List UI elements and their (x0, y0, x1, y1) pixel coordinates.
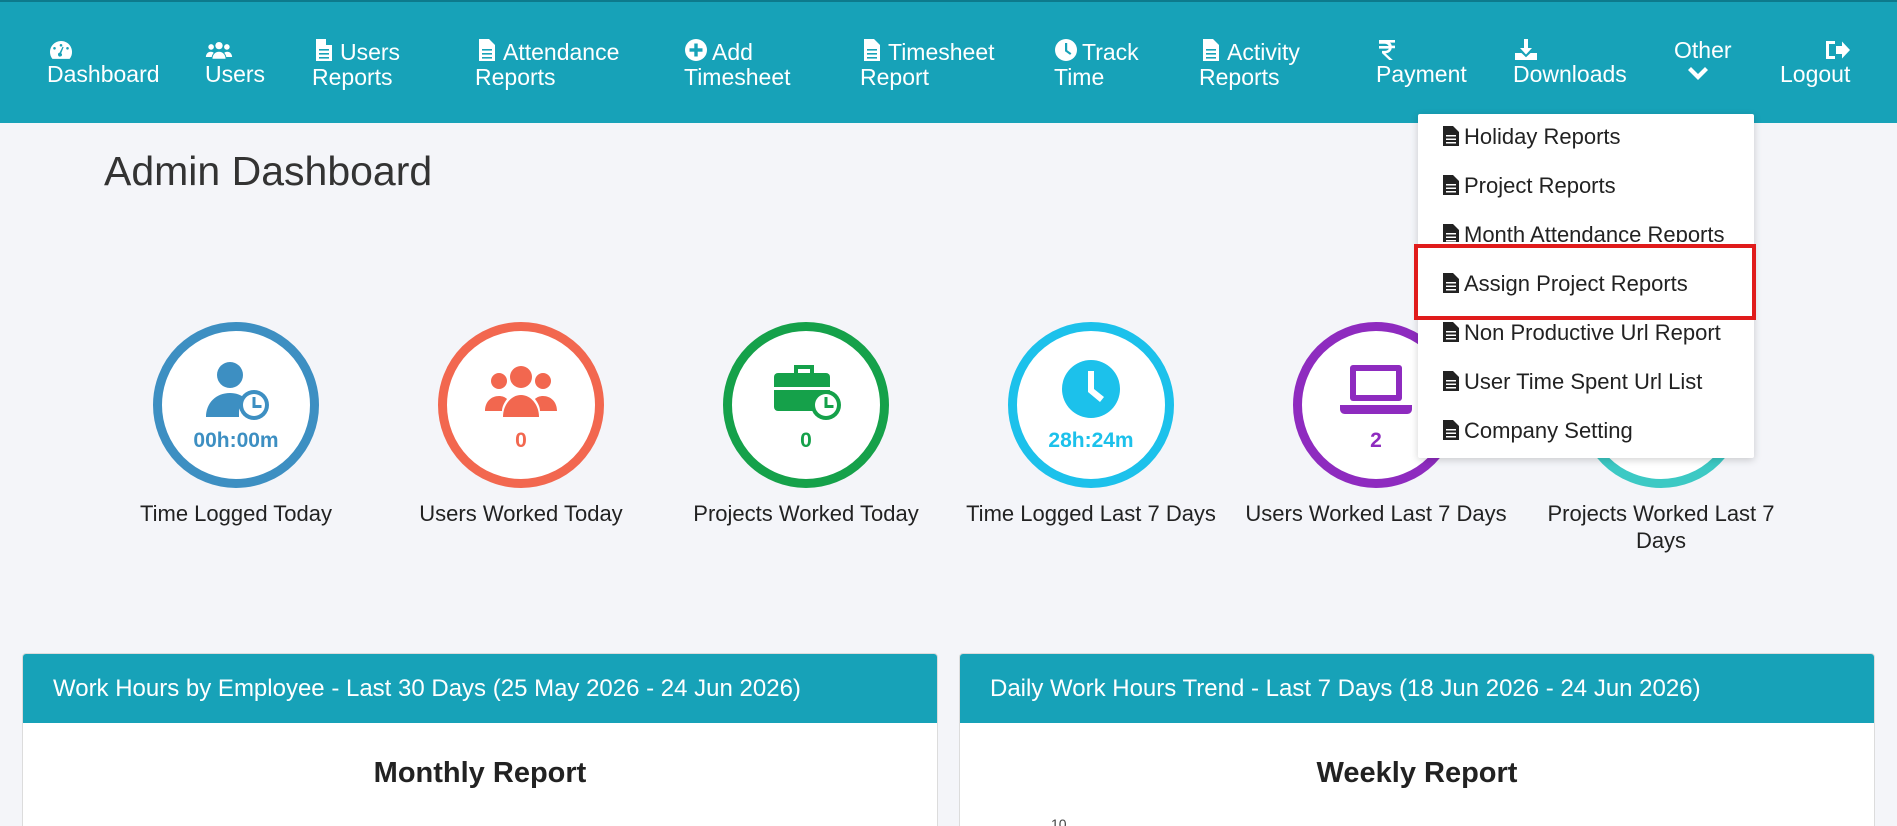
dropdown-item-label: Project Reports (1464, 173, 1616, 198)
stat-label: Time Logged Today (139, 501, 333, 526)
laptop-icon (1336, 359, 1416, 425)
stat-label: Users Worked Last 7 Days (1245, 501, 1507, 526)
nav-timesheet-report[interactable]: Timesheet Report (860, 38, 995, 90)
file-icon (1442, 419, 1460, 441)
nav-other[interactable]: Other (1674, 38, 1732, 87)
stat-circle: 00h:00m (153, 322, 319, 488)
dropdown-item-user-time-spent-url-list[interactable]: User Time Spent Url List (1442, 367, 1702, 397)
nav-activity-reports-line1: Activity (1227, 39, 1300, 65)
nav-timesheet-report-line2: Report (860, 64, 930, 90)
file-icon (1442, 174, 1460, 196)
nav-payment-label: Payment (1376, 61, 1467, 87)
stat-label: Users Worked Today (419, 501, 623, 526)
file-icon (1442, 370, 1460, 392)
nav-timesheet-report-line1: Timesheet (888, 39, 995, 65)
dropdown-item-label: User Time Spent Url List (1464, 369, 1703, 394)
nav-add-timesheet-line2: Timesheet (684, 64, 791, 90)
stat-value: 0 (800, 429, 812, 452)
panel-title: Weekly Report (1316, 757, 1518, 789)
nav-users-reports[interactable]: Users Reports (312, 38, 400, 90)
dropdown-item-label: Company Setting (1464, 418, 1633, 443)
nav-attendance-reports-line1: Attendance (503, 39, 620, 65)
highlight-box (1414, 244, 1756, 320)
stat-circle: 0 (438, 322, 604, 488)
nav-downloads-label: Downloads (1513, 61, 1627, 87)
nav-dashboard-label: Dashboard (47, 61, 160, 87)
panel-header: Daily Work Hours Trend - Last 7 Days (18… (960, 654, 1874, 723)
dropdown-item-month-attendance-reports[interactable]: Month Attendance Reports (1442, 220, 1725, 242)
page-title: Admin Dashboard (104, 148, 433, 194)
nav-dashboard[interactable]: Dashboard (47, 38, 160, 87)
plus-circle-icon (684, 38, 708, 62)
file-icon (1442, 321, 1460, 343)
nav-users-reports-line1: Users (340, 39, 401, 65)
y-axis-tick-label: 10 (1051, 816, 1067, 826)
stat-label: Projects Worked Last 7 Days (1547, 501, 1775, 553)
monthly-report-panel: Work Hours by Employee - Last 30 Days (2… (22, 653, 938, 826)
dropdown-item-company-setting[interactable]: Company Setting (1442, 416, 1633, 446)
nav-attendance-reports[interactable]: Attendance Reports (475, 38, 619, 90)
stat-projects-worked-today: 0 Projects Worked Today (666, 322, 946, 527)
file-icon (312, 38, 336, 62)
nav-payment[interactable]: Payment (1376, 38, 1467, 87)
nav-logout-label: Logout (1780, 61, 1851, 87)
nav-track-time[interactable]: Track Time (1054, 38, 1139, 90)
stat-circle: 28h:24m (1008, 322, 1174, 488)
file-icon (475, 38, 499, 62)
nav-downloads[interactable]: Downloads (1513, 38, 1627, 87)
file-icon (1442, 223, 1460, 242)
logout-icon (1824, 38, 1854, 62)
stat-value: 00h:00m (193, 429, 279, 452)
file-icon (1199, 38, 1223, 62)
nav-track-time-line2: Time (1054, 64, 1105, 90)
nav-users-label: Users (205, 61, 266, 87)
users-icon (481, 359, 561, 425)
chevron-down-icon (1684, 63, 1714, 87)
clock-icon (1051, 359, 1131, 425)
stat-value: 0 (515, 429, 527, 452)
user-clock-icon (196, 359, 276, 425)
nav-activity-reports-line2: Reports (1199, 64, 1280, 90)
file-icon (860, 38, 884, 62)
stat-value: 28h:24m (1048, 429, 1134, 452)
rupee-icon (1376, 38, 1406, 62)
panel-header: Work Hours by Employee - Last 30 Days (2… (23, 654, 937, 723)
briefcase-clock-icon (766, 359, 846, 425)
dropdown-item-project-reports[interactable]: Project Reports (1442, 171, 1616, 201)
stat-label: Projects Worked Today (693, 501, 919, 526)
stat-label: Time Logged Last 7 Days (966, 501, 1216, 526)
dropdown-item-holiday-reports[interactable]: Holiday Reports (1442, 122, 1621, 152)
download-icon (1513, 38, 1543, 62)
nav-activity-reports[interactable]: Activity Reports (1199, 38, 1300, 90)
nav-attendance-reports-line2: Reports (475, 64, 556, 90)
nav-track-time-line1: Track (1082, 39, 1139, 65)
panel-title: Monthly Report (373, 757, 587, 789)
clock-icon (1054, 38, 1078, 62)
nav-add-timesheet-line1: Add (712, 39, 753, 65)
top-navbar: Dashboard Users Users Reports Attendance… (0, 0, 1897, 123)
nav-other-label: Other (1674, 37, 1732, 63)
dashboard-gauge-icon (47, 38, 77, 62)
nav-users[interactable]: Users (205, 38, 265, 87)
file-icon (1442, 125, 1460, 147)
dropdown-item-label: Non Productive Url Report (1464, 320, 1721, 345)
nav-logout[interactable]: Logout (1780, 38, 1854, 87)
nav-add-timesheet[interactable]: Add Timesheet (684, 38, 791, 90)
dropdown-item-non-productive-url-report[interactable]: Non Productive Url Report (1442, 318, 1721, 348)
weekly-report-panel: Daily Work Hours Trend - Last 7 Days (18… (959, 653, 1875, 826)
stat-time-logged-today: 00h:00m Time Logged Today (96, 322, 376, 527)
stat-users-worked-today: 0 Users Worked Today (381, 322, 661, 527)
users-icon (205, 38, 235, 62)
dropdown-item-label: Month Attendance Reports (1464, 222, 1725, 242)
dropdown-item-label: Holiday Reports (1464, 124, 1621, 149)
stat-time-logged-last-7-days: 28h:24m Time Logged Last 7 Days (951, 322, 1231, 527)
stat-circle: 0 (723, 322, 889, 488)
nav-users-reports-line2: Reports (312, 64, 393, 90)
